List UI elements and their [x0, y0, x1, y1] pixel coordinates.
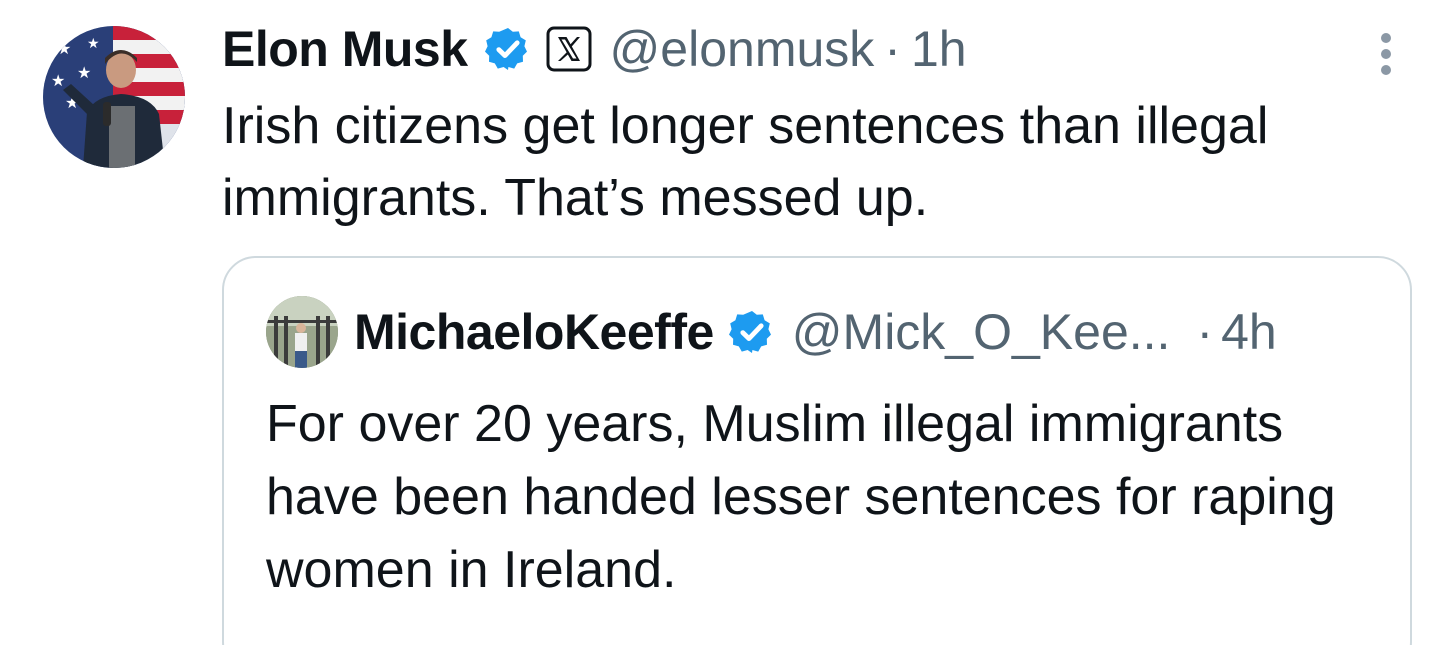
quoted-time-separator: ·	[1196, 304, 1214, 360]
tweet-header: Elon Musk @elonmusk · 1h	[222, 14, 967, 84]
verified-badge-icon[interactable]	[728, 308, 776, 356]
tweet-timestamp[interactable]: 1h	[911, 20, 967, 78]
x-logo-icon[interactable]	[546, 26, 592, 72]
author-handle[interactable]: @elonmusk	[610, 20, 875, 78]
svg-text:★: ★	[87, 35, 100, 51]
author-name[interactable]: Elon Musk	[222, 20, 468, 78]
quoted-author-handle[interactable]: @Mick_O_Kee...	[792, 303, 1171, 361]
more-vertical-icon[interactable]	[1372, 30, 1400, 80]
quoted-tweet[interactable]: MichaeloKeeffe @Mick_O_Kee... · 4h For o…	[222, 256, 1412, 645]
quoted-author-avatar[interactable]	[266, 296, 338, 368]
quoted-author-name[interactable]: MichaeloKeeffe	[354, 303, 714, 361]
verified-badge-icon[interactable]	[484, 25, 532, 73]
svg-text:★: ★	[57, 41, 71, 58]
quoted-tweet-text: For over 20 years, Muslim illegal immigr…	[266, 395, 1336, 599]
quoted-tweet-timestamp[interactable]: 4h	[1221, 303, 1277, 361]
tweet-text: Irish citizens get longer sentences than…	[222, 97, 1269, 227]
svg-text:★: ★	[77, 65, 91, 82]
quoted-tweet-header: MichaeloKeeffe @Mick_O_Kee... · 4h	[266, 296, 1277, 368]
time-separator: ·	[884, 21, 901, 77]
author-avatar[interactable]: ★ ★ ★ ★ ★	[43, 26, 185, 168]
tweet[interactable]: ★ ★ ★ ★ ★ Elon Musk @elonmusk · 1h Irish…	[0, 0, 1456, 645]
svg-text:★: ★	[51, 73, 65, 90]
